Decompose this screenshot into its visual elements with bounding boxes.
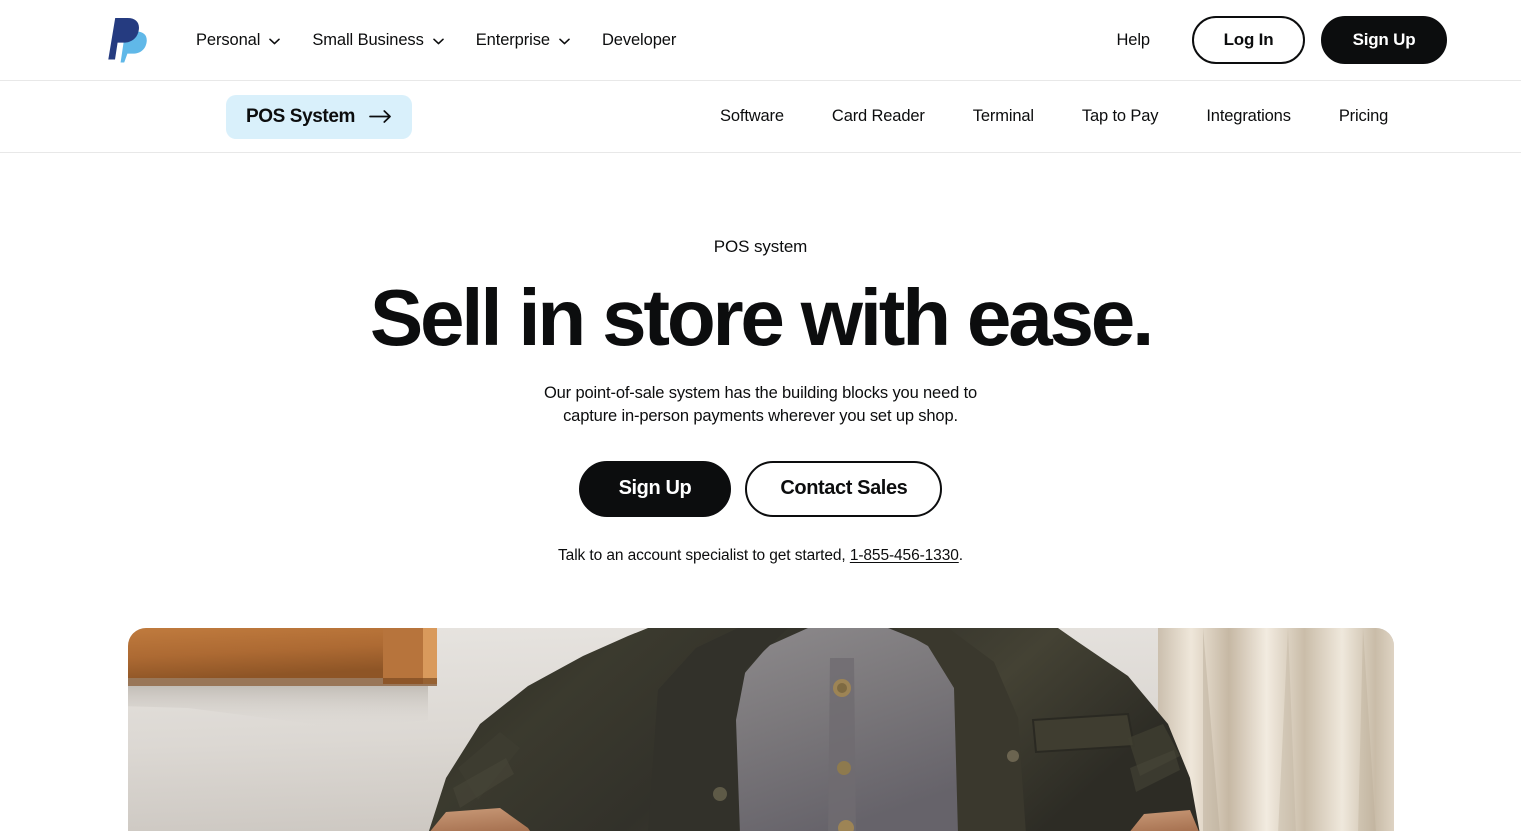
nav-item-developer-label: Developer — [601, 30, 677, 49]
phone-number-link[interactable]: 1-855-456-1330 — [850, 547, 959, 564]
chevron-down-icon — [559, 38, 570, 44]
nav-item-developer[interactable]: Developer — [602, 24, 676, 57]
page-title: Sell in store with ease. — [369, 273, 1154, 363]
top-nav-actions: Help Log In Sign Up — [1116, 16, 1447, 64]
sign-up-button-header[interactable]: Sign Up — [1321, 16, 1447, 64]
hero-image — [127, 627, 1394, 831]
chevron-down-icon — [432, 38, 444, 44]
help-link[interactable]: Help — [1116, 31, 1150, 50]
pos-system-pill[interactable]: POS System — [226, 94, 412, 139]
subnav-item-tap-to-pay[interactable]: Tap to Pay — [1082, 101, 1159, 132]
paypal-logo-icon[interactable] — [108, 17, 148, 63]
nav-item-small-business-label: Small Business — [312, 30, 424, 49]
nav-item-small-business[interactable]: Small Business — [312, 24, 444, 57]
subnav-item-card-reader[interactable]: Card Reader — [832, 101, 925, 132]
subnav-item-terminal[interactable]: Terminal — [973, 101, 1034, 132]
product-sub-navigation: POS System Software Card Reader Terminal… — [0, 81, 1521, 153]
contact-sales-button[interactable]: Contact Sales — [745, 460, 943, 517]
hero-eyebrow: POS system — [713, 237, 808, 256]
subnav-item-pricing[interactable]: Pricing — [1339, 101, 1389, 132]
primary-nav-links: Personal Small Business Enterprise Devel… — [196, 24, 676, 57]
hero-subheading: Our point-of-sale system has the buildin… — [543, 383, 978, 426]
sub-nav-links: Software Card Reader Terminal Tap to Pay… — [720, 101, 1388, 132]
hero-section: POS system Sell in store with ease. Our … — [0, 153, 1521, 831]
hero-sign-up-button[interactable]: Sign Up — [578, 460, 732, 517]
account-specialist-prefix: Talk to an account specialist to get sta… — [558, 546, 850, 564]
account-specialist-text: Talk to an account specialist to get sta… — [0, 547, 1521, 565]
chevron-down-icon — [269, 38, 281, 44]
hero-cta-row: Sign Up Contact Sales — [0, 460, 1521, 517]
top-navigation-bar: Personal Small Business Enterprise Devel… — [0, 0, 1521, 81]
nav-item-enterprise[interactable]: Enterprise — [476, 24, 570, 57]
nav-item-personal-label: Personal — [196, 30, 261, 49]
pos-system-pill-label: POS System — [246, 105, 355, 127]
nav-item-personal[interactable]: Personal — [196, 24, 281, 57]
subnav-item-integrations[interactable]: Integrations — [1206, 101, 1291, 132]
arrow-right-icon — [369, 110, 391, 123]
hero-photo-shop-owner — [127, 627, 1394, 831]
account-specialist-suffix: . — [958, 546, 963, 564]
nav-item-enterprise-label: Enterprise — [475, 30, 550, 49]
log-in-button[interactable]: Log In — [1192, 16, 1305, 64]
subnav-item-software[interactable]: Software — [720, 101, 784, 132]
